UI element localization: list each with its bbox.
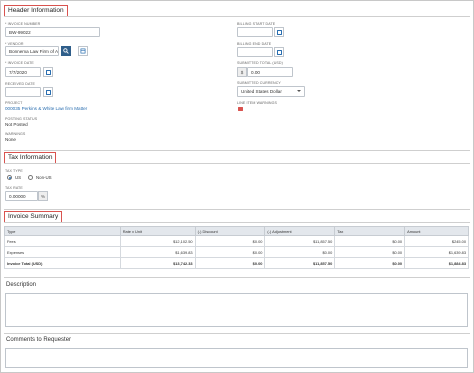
tax-type-us-radio[interactable] (7, 175, 12, 180)
comments-heading: Comments to Requester (6, 337, 72, 343)
submitted-currency-select[interactable]: United States Dollar (237, 86, 305, 97)
chevron-down-icon (297, 90, 301, 92)
invoice-date-input[interactable]: 7/7/2020 (5, 67, 41, 77)
cell-discount: $0.00 (194, 235, 266, 247)
cell-discount: $0.00 (194, 246, 266, 258)
divider (4, 163, 470, 164)
tax-type-label: TAX TYPE (5, 169, 23, 173)
table-row: Fees $12,102.50 $0.00 $11,857.50 $0.00 $… (4, 235, 469, 247)
invoice-date-label: * INVOICE DATE (5, 61, 34, 65)
cell-type: Expenses (4, 246, 121, 258)
column-header-amount[interactable]: Amount (404, 226, 469, 236)
tax-rate-label: TAX RATE (5, 186, 23, 190)
cell-adjustment: $11,857.50 (264, 235, 336, 247)
invoice-number-input[interactable]: BW-99022 (5, 27, 100, 37)
received-date-label: RECEIVED DATE (5, 82, 35, 86)
invoice-number-label: * INVOICE NUMBER (5, 22, 41, 26)
posting-status-label: POSTING STATUS (5, 117, 38, 121)
submitted-currency-label: SUBMITTED CURRENCY (237, 81, 281, 85)
invoice-date-picker[interactable] (43, 67, 53, 77)
cell-type: Fees (4, 235, 121, 247)
column-header-tax[interactable]: Tax (334, 226, 406, 236)
vendor-search-button[interactable] (61, 46, 71, 56)
cell-total-tax: $0.00 (334, 257, 406, 269)
calendar-icon (45, 69, 51, 75)
received-date-input[interactable] (5, 87, 41, 97)
table-header-row: Type Rate x Unit (-) Discount (-) Adjust… (4, 226, 469, 236)
warnings-value: None (5, 137, 16, 142)
divider (4, 333, 470, 334)
cell-total-discount: $0.00 (194, 257, 266, 269)
received-date-picker[interactable] (43, 87, 53, 97)
cell-tax: $0.00 (334, 235, 406, 247)
submitted-total-label: SUBMITTED TOTAL (USD) (237, 61, 283, 65)
billing-end-picker[interactable] (274, 47, 284, 57)
billing-start-input[interactable] (237, 27, 273, 37)
submitted-total-input[interactable]: 0.00 (247, 67, 293, 77)
divider (4, 222, 470, 223)
cell-total-amount: $1,884.83 (404, 257, 469, 269)
tax-rate-input[interactable]: 0.00000 (5, 191, 38, 201)
warning-flag-icon (238, 107, 243, 111)
divider (4, 150, 470, 151)
line-item-warnings-label: LINE ITEM WARNINGS (237, 101, 278, 105)
calendar-icon (45, 89, 51, 95)
column-header-discount[interactable]: (-) Discount (194, 226, 266, 236)
billing-start-picker[interactable] (274, 27, 284, 37)
billing-end-label: BILLING END DATE (237, 42, 272, 46)
column-header-type[interactable]: Type (4, 226, 121, 236)
divider (4, 209, 470, 210)
cell-tax: $0.00 (334, 246, 406, 258)
cell-rate-unit: $12,102.50 (119, 235, 196, 247)
billing-end-input[interactable] (237, 47, 273, 57)
tax-type-non-us-radio[interactable] (28, 175, 33, 180)
cell-total-label: Invoice Total (USD) (4, 257, 121, 269)
warnings-label: WARNINGS (5, 132, 26, 136)
divider (4, 277, 470, 278)
cell-amount: $1,639.83 (404, 246, 469, 258)
tax-type-non-us-label: Non-US (36, 175, 52, 180)
calendar-icon (276, 49, 282, 55)
description-textarea[interactable] (5, 293, 468, 327)
billing-start-label: BILLING START DATE (237, 22, 276, 26)
comments-textarea[interactable] (5, 348, 468, 368)
vendor-detail-button[interactable] (78, 46, 88, 56)
table-total-row: Invoice Total (USD) $13,742.33 $0.00 $11… (4, 257, 469, 269)
calendar-icon (276, 29, 282, 35)
building-icon (80, 48, 86, 54)
invoice-summary-table: Type Rate x Unit (-) Discount (-) Adjust… (4, 226, 469, 269)
column-header-rate-unit[interactable]: Rate x Unit (119, 226, 196, 236)
project-link[interactable]: 000035 Perkins & White Law firm Matter (5, 106, 87, 111)
description-heading: Description (6, 282, 37, 288)
vendor-input[interactable]: Bonnema Law Firm of A (5, 46, 59, 56)
cell-adjustment: $0.00 (264, 246, 336, 258)
table-row: Expenses $1,639.83 $0.00 $0.00 $0.00 $1,… (4, 246, 469, 258)
tax-type-us-label: US (15, 175, 22, 180)
currency-prefix: $ (237, 67, 247, 77)
divider (4, 16, 470, 17)
column-header-adjustment[interactable]: (-) Adjustment (264, 226, 336, 236)
cell-total-rate-unit: $13,742.33 (119, 257, 196, 269)
percent-suffix: % (38, 191, 48, 201)
cell-total-adjustment: $11,857.50 (264, 257, 336, 269)
posting-status-value: Not Posted (5, 122, 28, 127)
project-label: PROJECT (5, 101, 23, 105)
cell-amount: $245.00 (404, 235, 469, 247)
cell-rate-unit: $1,639.83 (119, 246, 196, 258)
search-icon (63, 48, 69, 54)
